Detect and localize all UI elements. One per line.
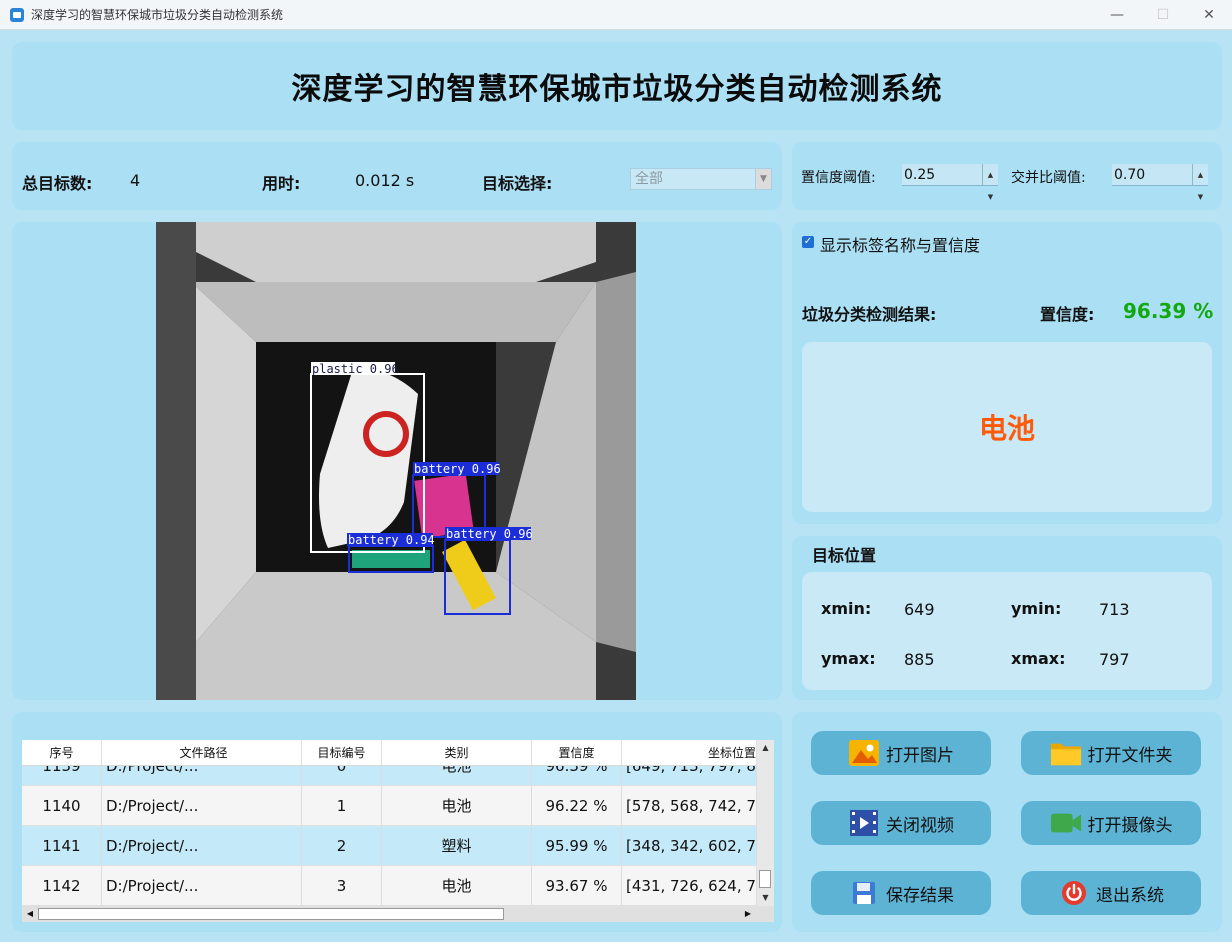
open-folder-button[interactable]: 打开文件夹 xyxy=(1021,731,1201,775)
target-select[interactable]: 全部 ▼ xyxy=(630,168,772,190)
threshold-panel: 置信度阈值: 0.25 ▲ ▼ 交并比阈值: 0.70 ▲ ▼ xyxy=(792,142,1222,210)
ymin-value: 713 xyxy=(1099,600,1130,619)
folder-icon xyxy=(1050,739,1082,767)
col-header-target-id[interactable]: 目标编号 xyxy=(302,740,382,765)
table-header: 序号 文件路径 目标编号 类别 置信度 坐标位置 xyxy=(22,740,757,766)
iou-threshold-spinbox[interactable]: 0.70 ▲ ▼ xyxy=(1112,164,1208,201)
time-label: 用时: xyxy=(262,174,301,193)
confidence-value: 96.39 % xyxy=(1123,299,1214,323)
iou-threshold-value: 0.70 xyxy=(1114,167,1146,183)
col-header-index[interactable]: 序号 xyxy=(22,740,102,765)
camera-icon xyxy=(1050,809,1082,837)
table-body: 1139 D:/Project/... 0 电池 96.39 % [649, 7… xyxy=(22,746,757,906)
app-icon xyxy=(10,7,24,22)
spin-up-icon[interactable]: ▲ xyxy=(983,164,998,186)
scrollbar-thumb[interactable] xyxy=(38,908,504,920)
total-targets-value: 4 xyxy=(130,171,141,190)
scroll-down-icon[interactable]: ▼ xyxy=(757,890,774,906)
col-header-confidence[interactable]: 置信度 xyxy=(532,740,622,765)
confidence-label: 置信度: xyxy=(1040,305,1095,324)
spin-down-icon[interactable]: ▼ xyxy=(1193,186,1208,208)
result-label: 垃圾分类检测结果: xyxy=(802,305,937,324)
xmax-label: xmax: xyxy=(1011,649,1066,668)
window-titlebar: 深度学习的智慧环保城市垃圾分类自动检测系统 — ☐ ✕ xyxy=(0,0,1232,30)
result-class-box: 电池 xyxy=(802,342,1212,512)
detection-label-battery: battery 0.94 xyxy=(348,533,435,547)
horizontal-scrollbar[interactable]: ◀ ▶ xyxy=(22,906,774,922)
xmin-value: 649 xyxy=(904,600,935,619)
table-row[interactable]: 1141 D:/Project/... 2 塑料 95.99 % [348, 3… xyxy=(22,826,757,866)
position-title: 目标位置 xyxy=(812,546,877,565)
result-panel: ✓ 显示标签名称与置信度 垃圾分类检测结果: 置信度: 96.39 % 电池 xyxy=(792,222,1222,524)
show-label-checkbox-label[interactable]: 显示标签名称与置信度 xyxy=(820,232,980,256)
detection-label-battery: battery 0.96 xyxy=(414,462,501,476)
ymax-label: ymax: xyxy=(821,649,876,668)
spin-up-icon[interactable]: ▲ xyxy=(1193,164,1208,186)
scroll-up-icon[interactable]: ▲ xyxy=(757,740,774,756)
scrollbar-thumb[interactable] xyxy=(759,870,771,888)
detection-image: plastic 0.96 battery 0.96 battery 0.94 b… xyxy=(156,222,636,700)
ymin-label: ymin: xyxy=(1011,599,1062,618)
window-title: 深度学习的智慧环保城市垃圾分类自动检测系统 xyxy=(31,8,284,22)
col-header-class[interactable]: 类别 xyxy=(382,740,532,765)
total-targets-label: 总目标数: xyxy=(22,174,93,193)
video-film-icon xyxy=(848,809,880,837)
xmax-value: 797 xyxy=(1099,650,1130,669)
target-select-value: 全部 xyxy=(635,171,663,187)
iou-threshold-label: 交并比阈值: xyxy=(1011,170,1086,186)
page-title: 深度学习的智慧环保城市垃圾分类自动检测系统 xyxy=(291,72,943,107)
results-table-panel: 1139 D:/Project/... 0 电池 96.39 % [649, 7… xyxy=(12,712,782,932)
xmin-label: xmin: xyxy=(821,599,872,618)
position-panel: 目标位置 xmin: 649 ymin: 713 ymax: 885 xmax:… xyxy=(792,536,1222,700)
ymax-value: 885 xyxy=(904,650,935,669)
detection-label-plastic: plastic 0.96 xyxy=(312,362,399,376)
scroll-right-icon[interactable]: ▶ xyxy=(740,906,756,922)
save-result-button[interactable]: 保存结果 xyxy=(811,871,991,915)
position-box: xmin: 649 ymin: 713 ymax: 885 xmax: 797 xyxy=(802,572,1212,690)
image-display-panel: plastic 0.96 battery 0.96 battery 0.94 b… xyxy=(12,222,782,700)
conf-threshold-spinbox[interactable]: 0.25 ▲ ▼ xyxy=(902,164,998,201)
conf-threshold-value: 0.25 xyxy=(904,167,936,183)
target-select-label: 目标选择: xyxy=(482,174,553,193)
save-disk-icon xyxy=(848,879,880,907)
header-panel: 深度学习的智慧环保城市垃圾分类自动检测系统 xyxy=(12,42,1222,130)
scroll-left-icon[interactable]: ◀ xyxy=(22,906,38,922)
action-buttons-panel: 打开图片 打开文件夹 关闭视频 打开摄像头 保存结果 退出系统 xyxy=(792,712,1222,932)
maximize-button[interactable]: ☐ xyxy=(1140,0,1186,30)
spin-down-icon[interactable]: ▼ xyxy=(983,186,998,208)
close-button[interactable]: ✕ xyxy=(1186,0,1232,30)
table-row[interactable]: 1142 D:/Project/... 3 电池 93.67 % [431, 7… xyxy=(22,866,757,906)
chevron-down-icon[interactable]: ▼ xyxy=(755,169,771,189)
table-row[interactable]: 1140 D:/Project/... 1 电池 96.22 % [578, 5… xyxy=(22,786,757,826)
minimize-button[interactable]: — xyxy=(1094,0,1140,30)
col-header-path[interactable]: 文件路径 xyxy=(102,740,302,765)
result-class-name: 电池 xyxy=(978,412,1035,445)
time-value: 0.012 s xyxy=(355,171,415,190)
conf-threshold-label: 置信度阈值: xyxy=(801,170,876,186)
vertical-scrollbar[interactable]: ▲ ▼ xyxy=(757,740,774,906)
image-icon xyxy=(848,739,880,767)
power-icon xyxy=(1058,879,1090,907)
stats-panel: 总目标数: 4 用时: 0.012 s 目标选择: 全部 ▼ xyxy=(12,142,782,210)
col-header-coords[interactable]: 坐标位置 xyxy=(622,740,757,765)
close-video-button[interactable]: 关闭视频 xyxy=(811,801,991,845)
exit-button[interactable]: 退出系统 xyxy=(1021,871,1201,915)
show-label-checkbox[interactable]: ✓ xyxy=(802,236,814,248)
open-image-button[interactable]: 打开图片 xyxy=(811,731,991,775)
detection-label-battery: battery 0.96 xyxy=(446,527,533,541)
results-table[interactable]: 1139 D:/Project/... 0 电池 96.39 % [649, 7… xyxy=(22,740,774,922)
open-camera-button[interactable]: 打开摄像头 xyxy=(1021,801,1201,845)
